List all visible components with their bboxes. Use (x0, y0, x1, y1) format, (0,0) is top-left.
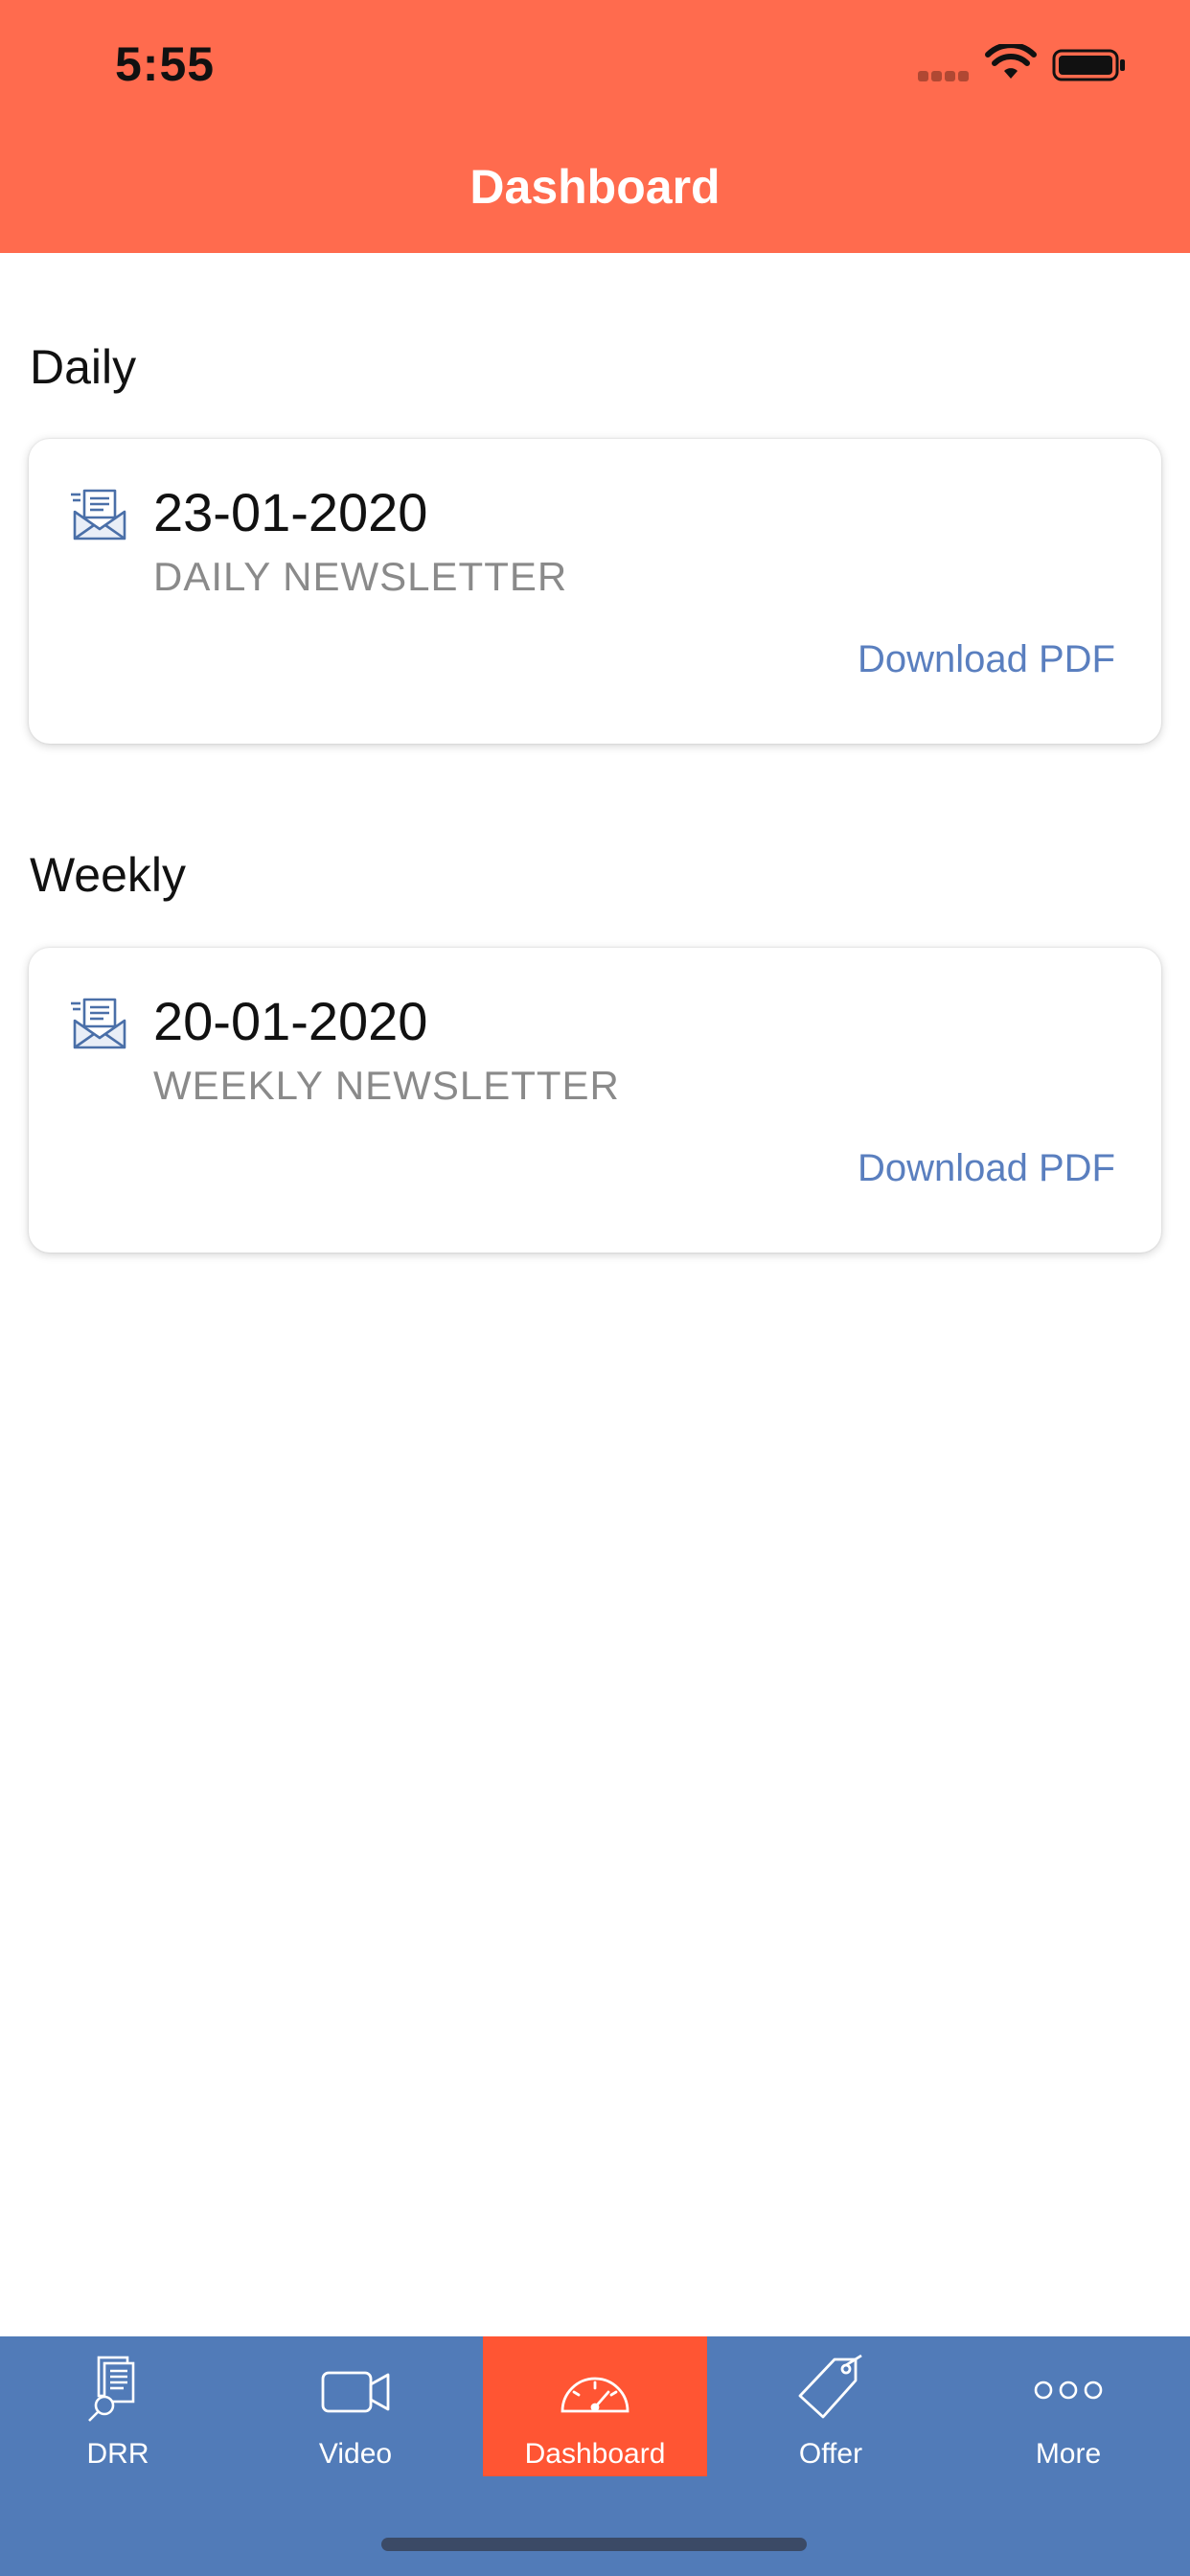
download-pdf-link[interactable]: Download PDF (858, 1147, 1115, 1190)
section-title-weekly: Weekly (30, 848, 187, 902)
speedometer-icon (561, 2377, 629, 2413)
bottom-tab-bar: DRR Video Dashboard Offer More (0, 2336, 1190, 2576)
status-time: 5:55 (115, 37, 216, 91)
tab-label: Offer (798, 2438, 863, 2470)
tab-offer[interactable]: Offer (719, 2336, 943, 2476)
newsletter-type: DAILY NEWSLETTER (153, 554, 568, 599)
page-title: Dashboard (469, 160, 721, 214)
tab-label: More (1035, 2438, 1102, 2470)
newsletter-card-daily[interactable]: 23-01-2020 DAILY NEWSLETTER Download PDF (29, 439, 1161, 744)
tab-dashboard[interactable]: Dashboard (483, 2336, 707, 2476)
tab-label: DRR (86, 2438, 149, 2470)
app-header: 5:55 Dashboard (0, 0, 1190, 253)
cellular-signal-icon (918, 69, 972, 86)
video-camera-icon (321, 2371, 390, 2413)
section-title-daily: Daily (30, 340, 137, 394)
newsletter-date: 23-01-2020 (153, 482, 428, 542)
download-pdf-link[interactable]: Download PDF (858, 638, 1115, 681)
tab-video[interactable]: Video (243, 2336, 468, 2476)
home-indicator (381, 2538, 807, 2551)
tab-label: Dashboard (524, 2438, 666, 2470)
tab-drr[interactable]: DRR (6, 2336, 230, 2476)
newsletter-type: WEEKLY NEWSLETTER (153, 1063, 620, 1108)
newsletter-date: 20-01-2020 (153, 991, 428, 1051)
battery-icon (1052, 49, 1125, 81)
document-search-icon (88, 2356, 135, 2422)
newsletter-icon (71, 998, 126, 1049)
newsletter-card-weekly[interactable]: 20-01-2020 WEEKLY NEWSLETTER Download PD… (29, 948, 1161, 1253)
newsletter-icon (71, 489, 126, 540)
tag-icon (798, 2354, 862, 2419)
more-dots-icon (1034, 2380, 1103, 2400)
wifi-icon (985, 44, 1037, 79)
tab-label: Video (318, 2438, 393, 2470)
tab-more[interactable]: More (956, 2336, 1180, 2476)
